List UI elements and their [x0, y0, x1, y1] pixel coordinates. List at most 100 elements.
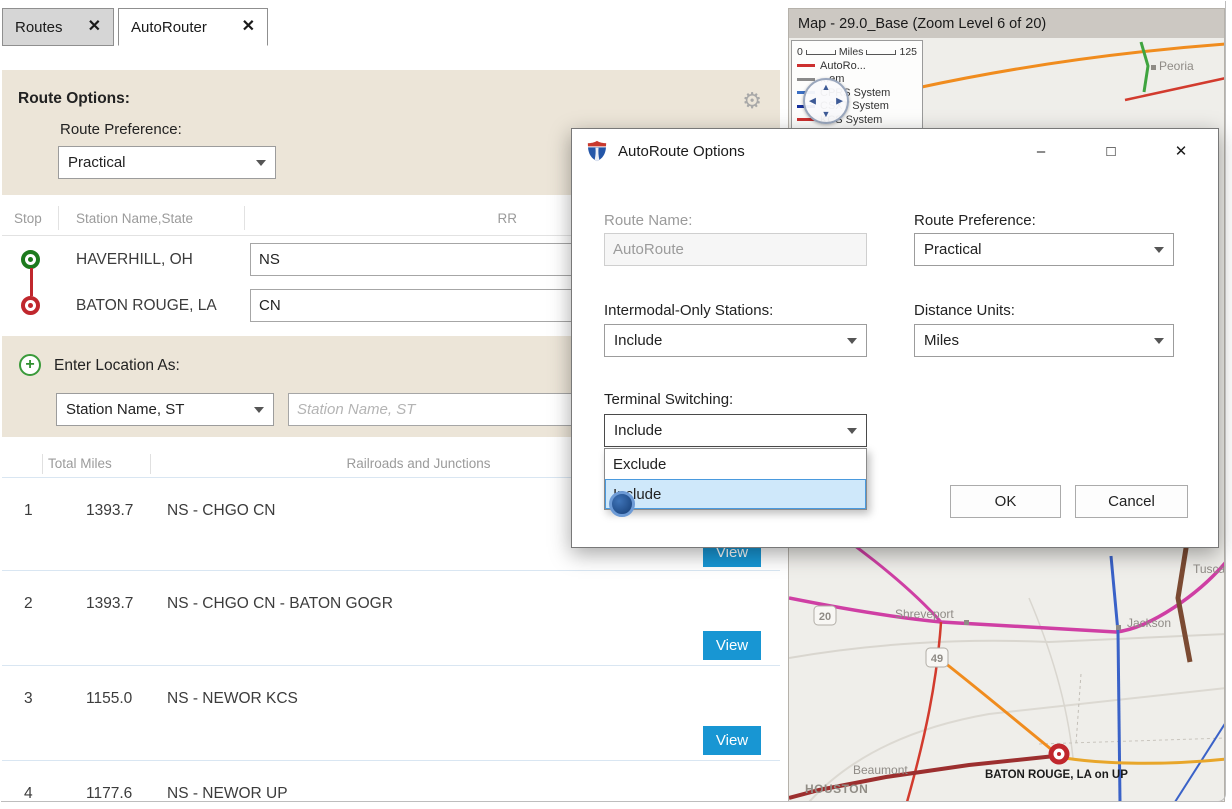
scale-start: 0 — [797, 46, 803, 58]
distance-units-value: Miles — [924, 332, 959, 349]
header-separator — [42, 454, 43, 474]
window-controls: – □ ✕ — [1018, 136, 1204, 166]
legend-entry-label: AutoRo... — [820, 60, 866, 72]
chevron-down-icon — [254, 407, 264, 413]
route-total-miles: 1393.7 — [86, 502, 133, 520]
dialog-route-preference-dropdown[interactable]: Practical — [914, 233, 1174, 266]
map-scale: 0 Miles 125 — [797, 45, 917, 59]
map-panel-header: Map - 29.0_Base (Zoom Level 6 of 20) — [788, 8, 1225, 38]
route-result-row[interactable]: 4 1177.6 NS - NEWOR UP View — [2, 760, 780, 802]
results-header-miles: Total Miles — [48, 456, 112, 471]
city-dot-peoria — [1151, 65, 1156, 70]
scale-end: 125 — [899, 46, 917, 58]
cancel-button[interactable]: Cancel — [1075, 485, 1188, 518]
dialog-route-preference-value: Practical — [924, 241, 982, 258]
map-destination-marker-dot — [1057, 752, 1061, 756]
map-label-houston: HOUSTON — [805, 782, 868, 796]
maximize-icon[interactable]: □ — [1088, 136, 1134, 166]
destination-stop-icon — [21, 296, 40, 315]
view-route-button[interactable]: View — [703, 726, 761, 755]
map-pan-control[interactable]: ▲ ▼ ◀ ▶ — [803, 78, 849, 124]
stop-connector-line — [30, 268, 33, 296]
stop-rr-input[interactable] — [250, 289, 572, 322]
route-total-miles: 1155.0 — [86, 690, 132, 708]
route-number: 1 — [24, 502, 33, 520]
chevron-down-icon — [256, 160, 266, 166]
route-number: 3 — [24, 690, 33, 708]
pan-left-icon[interactable]: ◀ — [809, 97, 816, 106]
header-separator — [244, 206, 245, 230]
route-total-miles: 1393.7 — [86, 595, 133, 613]
option-exclude[interactable]: Exclude — [605, 449, 866, 479]
close-icon[interactable]: ✕ — [88, 19, 101, 35]
location-type-value: Station Name, ST — [66, 401, 184, 418]
legend-entry: AutoRo... — [797, 59, 917, 73]
chevron-down-icon — [847, 338, 857, 344]
map-label-baton-rouge: BATON ROUGE, LA on UP — [985, 769, 1128, 781]
route-options-title: Route Options: — [18, 90, 130, 108]
stop-rr-input[interactable] — [250, 243, 572, 276]
dialog-titlebar: AutoRoute Options – □ ✕ — [572, 129, 1218, 173]
route-total-miles: 1177.6 — [86, 785, 132, 802]
route-number: 2 — [24, 595, 33, 613]
route-name-label: Route Name: — [604, 212, 692, 229]
pan-right-icon[interactable]: ▶ — [836, 97, 843, 106]
stops-header-rr: RR — [447, 211, 517, 226]
map-label-shreveport: Shreveport — [895, 607, 954, 621]
route-railroads: NS - CHGO CN — [167, 502, 276, 520]
dialog-title: AutoRoute Options — [618, 143, 745, 160]
origin-stop-icon — [21, 250, 40, 269]
highway-shield-49: 49 — [926, 648, 948, 667]
header-separator — [150, 454, 151, 474]
terminal-switching-value: Include — [614, 422, 662, 439]
route-preference-value: Practical — [68, 154, 126, 171]
route-result-row[interactable]: 2 1393.7 NS - CHGO CN - BATON GOGR View — [2, 570, 780, 665]
svg-text:20: 20 — [819, 611, 831, 623]
pan-down-icon[interactable]: ▼ — [822, 110, 831, 119]
intermodal-stations-value: Include — [614, 332, 662, 349]
tab-autorouter[interactable]: AutoRouter ✕ — [118, 8, 268, 46]
tab-routes[interactable]: Routes ✕ — [2, 8, 114, 46]
gear-icon[interactable]: ⚙ — [742, 88, 762, 114]
route-preference-dropdown[interactable]: Practical — [58, 146, 276, 179]
cursor-indicator — [609, 491, 635, 517]
city-dot-jackson — [1116, 625, 1121, 630]
route-preference-label: Route Preference: — [60, 121, 182, 138]
close-icon[interactable]: ✕ — [242, 19, 255, 35]
ok-button[interactable]: OK — [950, 485, 1061, 518]
route-railroads: NS - NEWOR KCS — [167, 690, 298, 708]
stop-station-name: HAVERHILL, OH — [76, 251, 193, 269]
add-stop-icon[interactable]: + — [19, 354, 41, 376]
route-result-row[interactable]: 3 1155.0 NS - NEWOR KCS View — [2, 665, 780, 760]
station-search-input[interactable] — [288, 393, 580, 426]
route-railroads: NS - NEWOR UP — [167, 785, 288, 802]
minimize-icon[interactable]: – — [1018, 136, 1064, 166]
stops-header-stop: Stop — [14, 211, 42, 226]
intermodal-stations-dropdown[interactable]: Include — [604, 324, 867, 357]
app-shield-icon — [586, 140, 608, 162]
scale-bar — [806, 50, 836, 55]
header-separator — [58, 206, 59, 230]
pan-up-icon[interactable]: ▲ — [822, 83, 831, 92]
view-route-button[interactable]: View — [703, 631, 761, 660]
distance-units-dropdown[interactable]: Miles — [914, 324, 1174, 357]
option-include[interactable]: Include — [605, 479, 866, 509]
tab-routes-label: Routes — [15, 19, 63, 36]
legend-line-swatch — [797, 78, 815, 81]
close-icon[interactable]: ✕ — [1158, 136, 1204, 166]
intermodal-stations-label: Intermodal-Only Stations: — [604, 302, 773, 319]
terminal-switching-dropdown[interactable]: Include — [604, 414, 867, 447]
location-type-dropdown[interactable]: Station Name, ST — [56, 393, 274, 426]
route-number: 4 — [24, 785, 33, 802]
legend-line-swatch — [797, 64, 815, 67]
enter-location-label: Enter Location As: — [54, 357, 180, 375]
tab-autorouter-label: AutoRouter — [131, 19, 207, 36]
dialog-route-preference-label: Route Preference: — [914, 212, 1036, 229]
terminal-switching-options-list: Exclude Include — [604, 448, 867, 510]
chevron-down-icon — [1154, 338, 1164, 344]
stops-header-station: Station Name,State — [76, 211, 193, 226]
svg-text:49: 49 — [931, 653, 943, 665]
scale-bar — [866, 50, 896, 55]
route-railroads: NS - CHGO CN - BATON GOGR — [167, 595, 393, 613]
map-label-jackson: Jackson — [1127, 616, 1171, 630]
